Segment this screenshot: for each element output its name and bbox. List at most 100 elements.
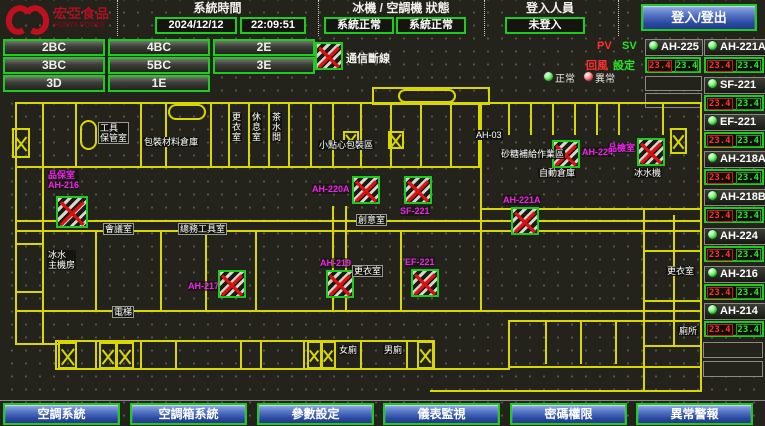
wall-segment — [662, 102, 664, 135]
wall-segment — [332, 102, 334, 168]
device-comm-error-icon[interactable] — [56, 196, 88, 228]
unit-ah-224[interactable]: AH-224 — [704, 228, 765, 245]
floor-button-2bc[interactable]: 2BC — [3, 39, 105, 56]
pv-value: 23.4 — [707, 60, 733, 72]
device-tag: 品保室 AH-216 — [48, 170, 79, 190]
wall-segment — [480, 206, 482, 312]
status-led-icon — [707, 190, 718, 201]
wall-segment — [15, 243, 44, 245]
unit-ah-225[interactable]: AH-225 — [645, 39, 703, 56]
door-shape — [168, 104, 206, 120]
unit-ah-214[interactable]: AH-214 — [704, 303, 765, 320]
wall-segment — [140, 340, 142, 368]
wall-segment — [615, 320, 617, 364]
login-user-label: 登入人員 — [490, 1, 610, 15]
floor-button-3bc[interactable]: 3BC — [3, 57, 105, 74]
nav-ac-system-button[interactable]: 空調系統 — [3, 403, 120, 425]
unit-label: AH-221A — [720, 41, 765, 53]
wall-segment — [530, 102, 532, 135]
sv-label: SV — [622, 40, 637, 52]
unit-ah-224-values: 23.423.4 — [704, 246, 764, 262]
nav-ahu-system-button[interactable]: 空調箱系統 — [130, 403, 247, 425]
status-led-icon — [707, 78, 718, 89]
device-comm-error-icon[interactable] — [511, 207, 539, 235]
nav-password-perm-button[interactable]: 密碼權限 — [510, 403, 627, 425]
pv-value: 23.4 — [707, 98, 733, 110]
status-led-icon — [648, 40, 659, 51]
wall-segment — [140, 102, 142, 168]
device-comm-error-icon[interactable] — [218, 270, 246, 298]
unit-sf-221[interactable]: SF-221 — [704, 77, 765, 94]
unit-ah-221a[interactable]: AH-221A — [704, 39, 765, 56]
room-label: 冰水機 — [633, 168, 662, 178]
unit-ah-218a[interactable]: AH-218A — [704, 151, 765, 168]
room-label: 更衣室 — [352, 265, 383, 277]
login-logout-button[interactable]: 登入/登出 — [641, 4, 757, 31]
floor-button-1e[interactable]: 1E — [108, 75, 210, 92]
wall-segment — [430, 390, 702, 392]
sv-value: 23.4 — [736, 172, 762, 184]
floor-button-3e[interactable]: 3E — [213, 57, 315, 74]
floor-button-4bc[interactable]: 4BC — [108, 39, 210, 56]
unit-ah-218b[interactable]: AH-218B — [704, 189, 765, 206]
device-comm-error-icon[interactable] — [352, 176, 380, 204]
nav-param-settings-button[interactable]: 參數設定 — [257, 403, 374, 425]
room-label: 茶水間 — [270, 112, 282, 142]
wall-segment — [160, 232, 162, 312]
ahu-status-value: 系統正常 — [396, 17, 466, 34]
stair-x-icon — [99, 342, 117, 369]
device-comm-error-icon[interactable] — [404, 176, 432, 204]
floor-button-5bc[interactable]: 5BC — [108, 57, 210, 74]
wall-segment — [643, 300, 702, 302]
unit-ef-221[interactable]: EF-221 — [704, 114, 765, 131]
wall-segment — [165, 102, 167, 168]
device-tag: AH-217 — [188, 281, 219, 291]
wall-segment — [260, 340, 262, 368]
wall-segment — [255, 232, 257, 312]
wall-segment — [552, 102, 554, 135]
wall-segment — [205, 232, 207, 312]
sv-value: 23.4 — [736, 98, 762, 110]
floor-button-3d[interactable]: 3D — [3, 75, 105, 92]
unit-ah-218a-values: 23.423.4 — [704, 169, 764, 185]
unit-label: AH-225 — [661, 41, 699, 53]
stair-x-icon — [12, 128, 30, 158]
status-led-icon — [707, 152, 718, 163]
room-label: 工具 保管室 — [98, 122, 129, 144]
brand-subtitle: HUNYA FOODS — [54, 22, 110, 29]
device-comm-error-icon[interactable] — [637, 138, 665, 166]
device-comm-error-icon[interactable] — [326, 270, 354, 298]
unit-ah-221a-values: 23.423.4 — [704, 57, 764, 73]
stair-x-icon — [116, 342, 134, 369]
wall-segment — [15, 343, 59, 345]
unit-ah-216[interactable]: AH-216 — [704, 266, 765, 283]
room-label: 更衣室 — [666, 266, 695, 276]
normal-label: 正常 — [555, 70, 575, 85]
stair-x-icon — [58, 342, 77, 369]
room-label: 會議室 — [103, 223, 134, 235]
pv-value: 23.4 — [707, 249, 733, 261]
wall-segment — [435, 368, 510, 370]
empty-slot — [703, 361, 763, 377]
room-label: 創意室 — [356, 214, 387, 226]
nav-meter-monitor-button[interactable]: 儀表監視 — [383, 403, 500, 425]
unit-label: SF-221 — [720, 79, 756, 91]
stair-x-icon — [417, 341, 434, 369]
status-led-icon — [707, 40, 718, 51]
chiller-status-value: 系統正常 — [324, 17, 394, 34]
device-comm-error-icon[interactable] — [411, 269, 439, 297]
pv-value: 23.4 — [707, 172, 733, 184]
floor-button-2e[interactable]: 2E — [213, 39, 315, 56]
sv-value: 23.4 — [736, 210, 762, 222]
wall-segment — [360, 102, 362, 168]
sv-desc-label: 設定 — [613, 57, 635, 73]
stair-shape — [80, 120, 97, 150]
unit-sf-221-values: 23.423.4 — [704, 95, 764, 111]
wall-segment — [545, 320, 547, 364]
nav-alarm-button[interactable]: 異常警報 — [636, 403, 753, 425]
wall-segment — [210, 102, 212, 168]
wall-segment — [288, 102, 290, 168]
wall-segment — [406, 340, 408, 368]
device-tag: AH-219 — [320, 258, 351, 268]
room-label: 冰水 主機房 — [47, 250, 76, 270]
